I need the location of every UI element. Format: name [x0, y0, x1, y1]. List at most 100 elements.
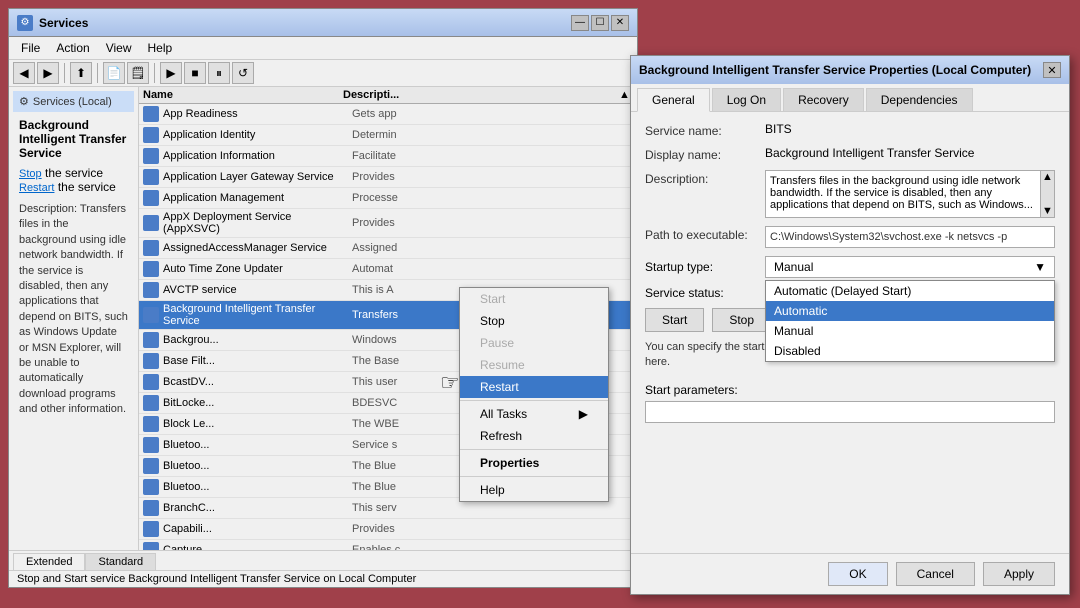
description-scrollbar[interactable]: ▲ ▼: [1040, 171, 1054, 217]
option-auto-delayed[interactable]: Automatic (Delayed Start): [766, 281, 1054, 301]
toolbar: ◀ ▶ ⬆ 📄 🗒 ▶ ■ ⏸ ↺: [9, 60, 637, 87]
stop-button[interactable]: Stop: [712, 308, 771, 332]
sidebar-item-services-local[interactable]: ⚙ Services (Local): [13, 91, 134, 112]
tab-extended[interactable]: Extended: [13, 553, 85, 571]
service-row[interactable]: Application Management Processe: [139, 188, 637, 209]
dialog-tabs: General Log On Recovery Dependencies: [631, 84, 1069, 112]
service-icon: [143, 395, 159, 411]
option-automatic[interactable]: Automatic: [766, 301, 1054, 321]
ctx-restart[interactable]: Restart: [460, 376, 608, 398]
dialog-tab-logon[interactable]: Log On: [712, 88, 781, 111]
restart-service-link[interactable]: Restart: [19, 182, 54, 194]
service-row[interactable]: Application Identity Determin: [139, 125, 637, 146]
apply-button[interactable]: Apply: [983, 562, 1055, 586]
service-row[interactable]: Capture... Enables c: [139, 540, 637, 550]
startup-dropdown-btn[interactable]: Manual ▼: [765, 256, 1055, 278]
service-row[interactable]: Capabili... Provides: [139, 519, 637, 540]
service-row[interactable]: AppX Deployment Service (AppXSVC) Provid…: [139, 209, 637, 238]
dialog-tab-dependencies[interactable]: Dependencies: [866, 88, 973, 111]
start-button[interactable]: Start: [645, 308, 704, 332]
services-icon: ⚙: [17, 15, 33, 31]
ctx-pause: Pause: [460, 332, 608, 354]
minimize-button[interactable]: —: [571, 15, 589, 31]
toolbar-stop[interactable]: ■: [184, 62, 206, 84]
description-value: Transfers files in the background using …: [770, 175, 1033, 211]
dialog-tab-recovery[interactable]: Recovery: [783, 88, 864, 111]
menu-help[interactable]: Help: [140, 39, 181, 57]
status-text: Stop and Start service Background Intell…: [17, 573, 416, 585]
toolbar-back[interactable]: ◀: [13, 62, 35, 84]
description-textarea[interactable]: Transfers files in the background using …: [765, 170, 1055, 218]
menu-action[interactable]: Action: [48, 39, 97, 57]
window-title: Services: [39, 16, 88, 30]
ctx-properties[interactable]: Properties: [460, 452, 608, 474]
close-button[interactable]: ✕: [611, 15, 629, 31]
ctx-sep-3: [460, 476, 608, 477]
toolbar-restart[interactable]: ↺: [232, 62, 254, 84]
startup-dropdown-list: Automatic (Delayed Start) Automatic Manu…: [765, 280, 1055, 362]
service-name: Application Identity: [163, 129, 348, 141]
cancel-button[interactable]: Cancel: [896, 562, 975, 586]
service-row[interactable]: App Readiness Gets app: [139, 104, 637, 125]
tab-bar: Extended Standard: [9, 550, 637, 570]
ctx-start[interactable]: Start: [460, 288, 608, 310]
service-row[interactable]: Application Information Facilitate: [139, 146, 637, 167]
toolbar-show-hide[interactable]: 📄: [103, 62, 125, 84]
service-name: App Readiness: [163, 108, 348, 120]
toolbar-play[interactable]: ▶: [160, 62, 182, 84]
startup-type-label: Startup type:: [645, 260, 765, 274]
toolbar-forward[interactable]: ▶: [37, 62, 59, 84]
service-name: Application Layer Gateway Service: [163, 171, 348, 183]
tab-standard[interactable]: Standard: [85, 553, 156, 570]
scroll-up[interactable]: ▲: [1042, 171, 1053, 183]
ok-button[interactable]: OK: [828, 562, 887, 586]
service-name: Capabili...: [163, 523, 348, 535]
service-desc: This serv: [352, 502, 633, 514]
service-name-row: Service name: BITS: [645, 122, 1055, 138]
service-name: Bluetoo...: [163, 439, 348, 451]
option-manual[interactable]: Manual: [766, 321, 1054, 341]
service-row[interactable]: AssignedAccessManager Service Assigned: [139, 238, 637, 259]
stop-service-link[interactable]: Stop: [19, 168, 42, 180]
ctx-stop[interactable]: Stop: [460, 310, 608, 332]
menu-view[interactable]: View: [98, 39, 140, 57]
toolbar-pause[interactable]: ⏸: [208, 62, 230, 84]
service-name: Bluetoo...: [163, 481, 348, 493]
path-label: Path to executable:: [645, 226, 765, 242]
dialog-close-button[interactable]: ✕: [1043, 62, 1061, 78]
service-icon: [143, 127, 159, 143]
service-icon: [143, 148, 159, 164]
service-info-title: Background Intelligent Transfer Service: [19, 118, 128, 160]
maximize-button[interactable]: ☐: [591, 15, 609, 31]
toolbar-sep-2: [97, 63, 98, 83]
scroll-down[interactable]: ▼: [1042, 205, 1053, 217]
service-desc: Provides: [352, 217, 633, 229]
service-name: Background Intelligent Transfer Service: [163, 303, 348, 327]
ctx-all-tasks-label: All Tasks: [480, 407, 527, 421]
toolbar-sep-1: [64, 63, 65, 83]
ctx-sep-1: [460, 400, 608, 401]
toolbar-up[interactable]: ⬆: [70, 62, 92, 84]
ctx-all-tasks[interactable]: All Tasks ▶: [460, 403, 608, 425]
description-row: Description: Transfers files in the back…: [645, 170, 1055, 218]
service-icon: [143, 479, 159, 495]
option-disabled[interactable]: Disabled: [766, 341, 1054, 361]
service-row[interactable]: Auto Time Zone Updater Automat: [139, 259, 637, 280]
path-row: Path to executable: C:\Windows\System32\…: [645, 226, 1055, 248]
ctx-help[interactable]: Help: [460, 479, 608, 501]
service-desc: Provides: [352, 171, 633, 183]
dialog-tab-general[interactable]: General: [637, 88, 710, 112]
start-params-input[interactable]: [645, 401, 1055, 423]
ctx-refresh[interactable]: Refresh: [460, 425, 608, 447]
service-desc: Enables c: [352, 544, 633, 550]
service-name: BitLocke...: [163, 397, 348, 409]
startup-type-dropdown[interactable]: Manual ▼ Automatic (Delayed Start) Autom…: [765, 256, 1055, 278]
toolbar-prop[interactable]: 🗒: [127, 62, 149, 84]
menu-file[interactable]: File: [13, 39, 48, 57]
service-icon: [143, 458, 159, 474]
service-row[interactable]: Application Layer Gateway Service Provid…: [139, 167, 637, 188]
service-icon: [143, 542, 159, 550]
properties-dialog: Background Intelligent Transfer Service …: [630, 55, 1070, 595]
service-name: Auto Time Zone Updater: [163, 263, 348, 275]
service-status-label: Service status:: [645, 286, 765, 300]
